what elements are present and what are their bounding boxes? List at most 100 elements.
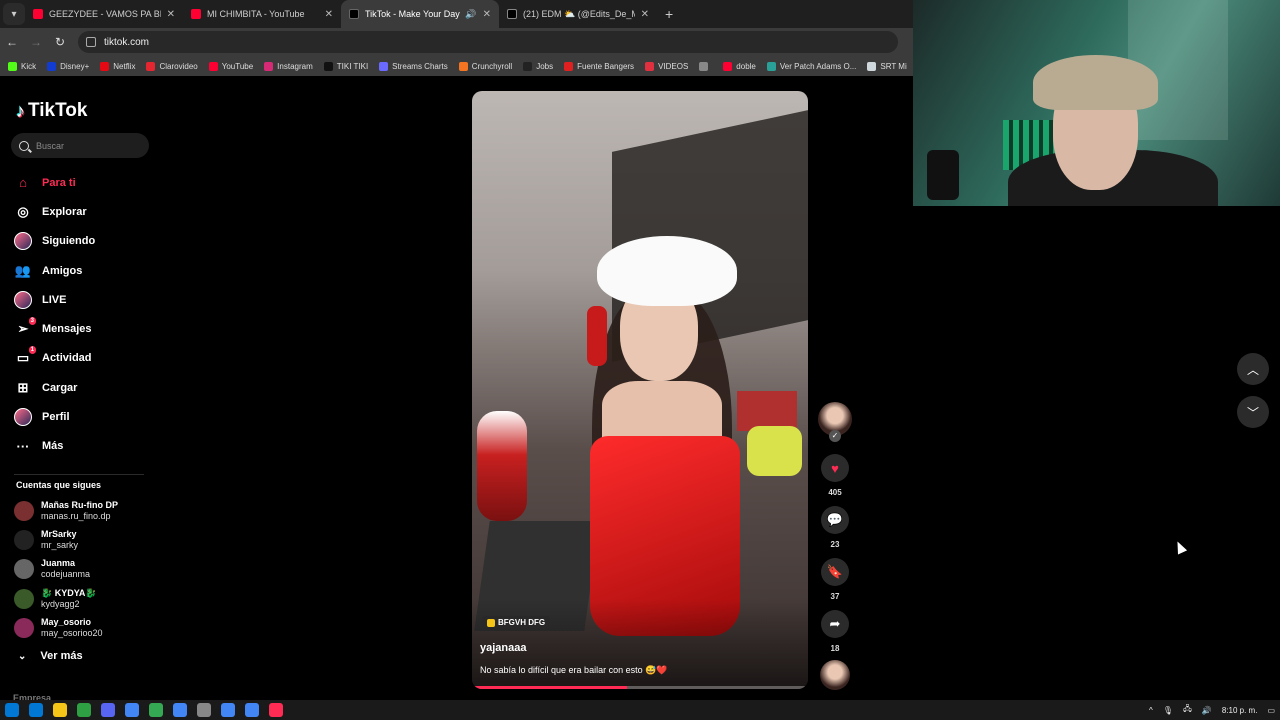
bookmark-item[interactable]: Kick bbox=[8, 61, 37, 71]
video-username[interactable]: yajanaaa bbox=[480, 642, 526, 654]
taskbar-app-icon[interactable] bbox=[197, 703, 211, 717]
followed-account[interactable]: MrSarky mr_sarky bbox=[14, 525, 118, 554]
taskbar-app-icon[interactable] bbox=[269, 703, 283, 717]
bookmark-item[interactable]: Disney+ bbox=[47, 61, 89, 71]
tiktok-logo[interactable]: ♪ TikTok bbox=[16, 100, 87, 122]
nav-item[interactable]: ◎ Explorar bbox=[14, 197, 95, 226]
site-info-icon[interactable] bbox=[86, 37, 96, 47]
tiktok-sidebar: ♪ TikTok Buscar ⌂ Para ti ◎ Explorar Siguien… bbox=[0, 76, 160, 703]
notification-badge: 1 bbox=[28, 346, 36, 355]
new-tab-button[interactable]: + bbox=[665, 6, 673, 22]
video-player[interactable]: BFGVH DFG yajanaaa No sabía lo difícil q… bbox=[472, 91, 808, 689]
video-scene-hat-tail bbox=[587, 306, 607, 366]
url-field[interactable]: tiktok.com bbox=[78, 31, 898, 53]
nav-item[interactable]: LIVE bbox=[14, 285, 95, 314]
previous-video-button[interactable]: ︿ bbox=[1237, 353, 1269, 385]
back-arrow-icon[interactable]: ← bbox=[0, 35, 24, 49]
taskbar-app-icon[interactable] bbox=[149, 703, 163, 717]
bookmark-item[interactable]: TIKI TIKI bbox=[323, 61, 368, 71]
share-button[interactable]: ➦ 18 bbox=[821, 610, 849, 653]
creator-avatar[interactable]: ✓ bbox=[818, 402, 852, 442]
effect-tag[interactable]: BFGVH DFG bbox=[482, 616, 551, 629]
search-input[interactable]: Buscar bbox=[11, 133, 149, 158]
bookmark-item[interactable]: YouTube bbox=[208, 61, 253, 71]
chevron-up-icon[interactable]: ^ bbox=[1149, 706, 1153, 715]
see-more-button[interactable]: ⌄ Ver más bbox=[18, 650, 83, 662]
taskbar-app-icon[interactable] bbox=[77, 703, 91, 717]
inbox-icon: ▭ 1 bbox=[14, 346, 36, 367]
nav-item[interactable]: 👥 Amigos bbox=[14, 256, 95, 285]
bookmark-item[interactable]: SRT Mi bbox=[867, 61, 907, 71]
followed-account[interactable]: Mañas Ru-fino DP manas.ru_fino.dp bbox=[14, 496, 118, 525]
save-button[interactable]: 🔖 37 bbox=[821, 558, 849, 601]
bookmark-item[interactable]: Ver Patch Adams O... bbox=[766, 61, 856, 71]
microphone-icon[interactable]: 🎙 bbox=[1163, 706, 1173, 715]
followed-account[interactable]: May_osorio may_osorioo20 bbox=[14, 613, 118, 642]
account-names: Mañas Ru-fino DP manas.ru_fino.dp bbox=[41, 500, 118, 522]
bookmark-label: SRT Mi bbox=[880, 61, 907, 71]
taskbar-app-icon[interactable] bbox=[53, 703, 67, 717]
browser-tab-strip: ▾ GEEZYDEE - VAMOS PA BELEN ✕ MI CHIMBIT… bbox=[0, 0, 913, 28]
bookmark-item[interactable]: Clarovideo bbox=[146, 61, 198, 71]
close-icon[interactable]: ✕ bbox=[325, 9, 333, 20]
nav-item[interactable]: Perfil bbox=[14, 402, 95, 431]
account-handle: kydyagg2 bbox=[41, 598, 80, 609]
bookmark-label: Kick bbox=[21, 61, 37, 71]
reload-icon[interactable]: ↻ bbox=[48, 35, 72, 49]
nav-item[interactable]: ··· Más bbox=[14, 432, 95, 461]
bookmark-item[interactable]: VIDEOS bbox=[645, 61, 688, 71]
account-handle: mr_sarky bbox=[41, 539, 79, 550]
bookmark-favicon-icon bbox=[645, 61, 655, 71]
windows-start-icon[interactable] bbox=[5, 703, 19, 717]
check-icon[interactable]: ✓ bbox=[829, 430, 841, 442]
followed-account[interactable]: 🐉 KYDYA🐉 kydyagg2 bbox=[14, 584, 118, 613]
nav-item[interactable]: ➢ 3 Mensajes bbox=[14, 314, 95, 343]
nav-item[interactable]: ⌂ Para ti bbox=[14, 168, 95, 197]
like-button[interactable]: ♥ 405 bbox=[821, 454, 849, 497]
bookmark-item[interactable]: Crunchyroll bbox=[458, 61, 512, 71]
speaker-icon[interactable]: 🔊 bbox=[465, 9, 476, 20]
close-icon[interactable]: ✕ bbox=[641, 9, 649, 20]
youtube-icon bbox=[33, 9, 43, 19]
taskbar-app-icon[interactable] bbox=[245, 703, 259, 717]
bookmark-item[interactable]: Streams Charts bbox=[379, 61, 448, 71]
nav-item[interactable]: ▭ 1 Actividad bbox=[14, 344, 95, 373]
nav-item[interactable]: Siguiendo bbox=[14, 227, 95, 256]
volume-icon[interactable]: 🔊 bbox=[1202, 706, 1212, 715]
nav-glyph: ▭ bbox=[16, 350, 30, 366]
close-icon[interactable]: ✕ bbox=[167, 9, 175, 20]
clock[interactable]: 8:10 p. m. bbox=[1222, 706, 1258, 715]
bookmark-item[interactable]: Instagram bbox=[264, 61, 313, 71]
tab-x-edm[interactable]: (21) EDM ⛅ (@Edits_De_Mierd ✕ bbox=[499, 0, 657, 28]
taskbar-app-icon[interactable] bbox=[101, 703, 115, 717]
bookmark-item[interactable]: Netflix bbox=[100, 61, 135, 71]
nav-glyph: ➢ bbox=[17, 321, 29, 337]
taskbar-app-icon[interactable] bbox=[221, 703, 235, 717]
video-progress-bar[interactable] bbox=[472, 686, 808, 689]
bookmark-item[interactable]: doble bbox=[723, 61, 756, 71]
taskbar-app-icon[interactable] bbox=[29, 703, 43, 717]
action-rail: ✓ ♥ 405 💬 23 🔖 37 ➦ 18 bbox=[816, 402, 854, 690]
like-count: 405 bbox=[828, 488, 842, 497]
next-video-button[interactable]: ﹀ bbox=[1237, 396, 1269, 428]
tab-tiktok[interactable]: TikTok - Make Your Day 🔊 ✕ bbox=[341, 0, 499, 28]
notification-badge: 3 bbox=[28, 317, 36, 326]
bookmark-item[interactable]: Fuente Bangers bbox=[564, 61, 634, 71]
effect-icon bbox=[487, 618, 495, 627]
nav-item[interactable]: ⊞ Cargar bbox=[14, 373, 95, 402]
notification-icon[interactable]: ▭ bbox=[1267, 706, 1275, 715]
tab-mi-chimbita[interactable]: MI CHIMBITA - YouTube ✕ bbox=[183, 0, 341, 28]
forward-arrow-icon[interactable]: → bbox=[24, 35, 48, 49]
close-icon[interactable]: ✕ bbox=[483, 9, 491, 20]
tab-search-button[interactable]: ▾ bbox=[3, 3, 25, 25]
comment-button[interactable]: 💬 23 bbox=[821, 506, 849, 549]
music-disc-avatar[interactable] bbox=[820, 660, 850, 690]
bookmark-item[interactable]: Jobs bbox=[523, 61, 553, 71]
followed-account[interactable]: Juanma codejuanma bbox=[14, 555, 118, 584]
tab-geezydee[interactable]: GEEZYDEE - VAMOS PA BELEN ✕ bbox=[25, 0, 183, 28]
network-icon[interactable]: 🖧 bbox=[1183, 703, 1192, 717]
search-icon bbox=[19, 140, 29, 151]
taskbar-app-icon[interactable] bbox=[173, 703, 187, 717]
bookmark-item[interactable] bbox=[699, 61, 712, 71]
taskbar-app-icon[interactable] bbox=[125, 703, 139, 717]
